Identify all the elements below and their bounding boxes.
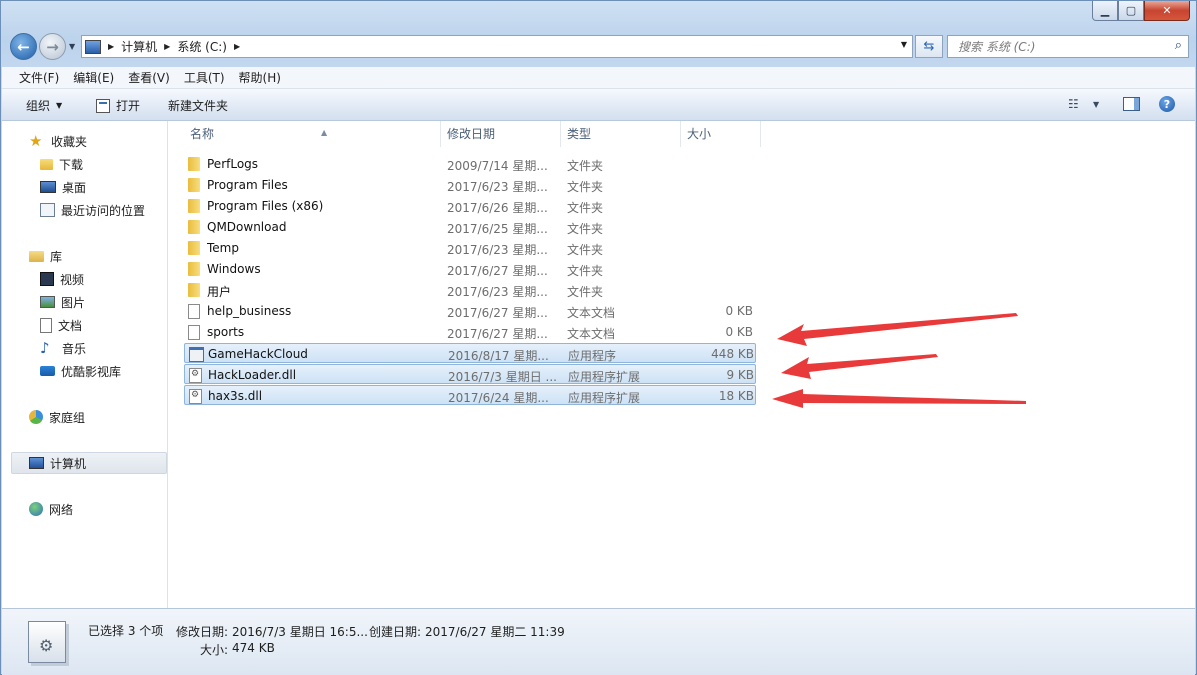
red-arrow-annotation	[777, 313, 1018, 346]
created-date-value: 2017/6/27 星期二 11:39	[425, 625, 565, 639]
red-arrow-annotation	[772, 389, 1026, 408]
red-arrow-annotation	[781, 354, 938, 379]
explorer-window: ▁ ▢ ✕ ← → ▼ ▶ 计算机 ▶ 系统 (C:) ▶ ▼ ⇆ ⌕ 文件(F…	[0, 0, 1197, 675]
selection-thumbnail-icon	[28, 621, 66, 663]
modified-date-value: 2016/7/3 星期日 16:5...	[232, 625, 368, 639]
annotation-arrows	[772, 313, 1026, 408]
size-value: 474 KB	[232, 641, 275, 655]
created-date-label: 创建日期:	[369, 625, 422, 639]
status-bar: 已选择 3 个项 修改日期: 2016/7/3 星期日 16:5... 创建日期…	[2, 608, 1195, 675]
modified-date-label: 修改日期:	[176, 625, 229, 639]
selected-count: 已选择 3 个项	[88, 624, 164, 638]
size-label: 大小:	[200, 643, 229, 657]
